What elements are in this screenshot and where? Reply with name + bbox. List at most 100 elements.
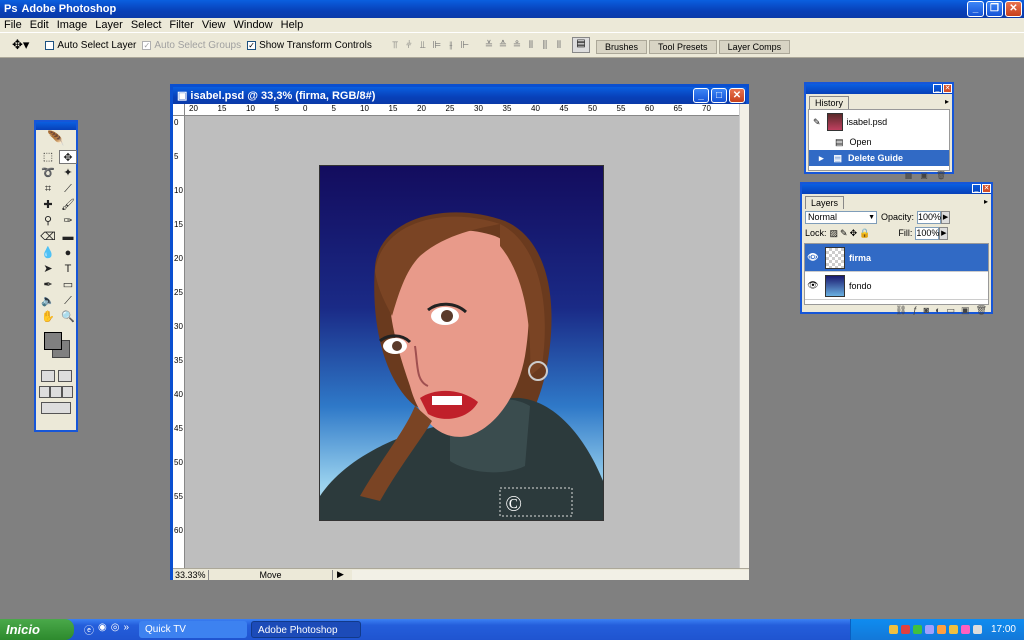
history-tab[interactable]: History — [809, 96, 850, 109]
eyedropper-tool-icon[interactable]: ⟋ — [59, 294, 77, 308]
distribute-top-icon[interactable]: ≚ — [482, 40, 496, 51]
layers-minimize-icon[interactable]: _ — [972, 184, 981, 193]
doc-close-button[interactable]: ✕ — [729, 88, 745, 103]
lasso-tool-icon[interactable]: ➰ — [39, 166, 57, 180]
layers-tab[interactable]: Layers — [805, 196, 845, 209]
start-button[interactable]: Inicio — [0, 619, 74, 640]
auto-select-layer-option[interactable]: Auto Select Layer — [45, 40, 136, 51]
delete-state-icon[interactable]: 🗑 — [936, 171, 946, 181]
menu-image[interactable]: Image — [53, 19, 92, 31]
history-item-delete-guide[interactable]: ▸ ▤ Delete Guide — [809, 150, 949, 166]
blur-tool-icon[interactable]: 💧 — [39, 246, 57, 260]
show-transform-controls-option[interactable]: ✓ Show Transform Controls — [247, 40, 372, 51]
path-selection-tool-icon[interactable]: ➤ — [39, 262, 57, 276]
menu-help[interactable]: Help — [277, 19, 308, 31]
layer-comps-tab[interactable]: Layer Comps — [718, 40, 791, 54]
dodge-tool-icon[interactable]: ● — [59, 246, 77, 260]
document-titlebar[interactable]: ▣ isabel.psd @ 33,3% (firma, RGB/8#) _ □… — [173, 87, 746, 104]
doc-maximize-button[interactable]: □ — [711, 88, 727, 103]
fill-input[interactable]: 100% — [915, 226, 939, 240]
distribute-left-icon[interactable]: ⦀ — [524, 40, 538, 51]
history-item-open[interactable]: ▤ Open — [809, 134, 949, 150]
history-palette-titlebar[interactable]: _ ✕ — [806, 84, 952, 94]
history-close-icon[interactable]: ✕ — [943, 84, 952, 93]
visibility-eye-icon[interactable]: 👁 — [805, 252, 821, 263]
clock[interactable]: 17:00 — [991, 624, 1016, 635]
tray-icon[interactable] — [924, 625, 934, 634]
shape-tool-icon[interactable]: ▭ — [59, 278, 77, 292]
notes-tool-icon[interactable]: 🔈 — [39, 294, 57, 308]
status-arrow-icon[interactable]: ▶ — [337, 569, 344, 580]
ie-icon[interactable]: ⓔ — [84, 622, 94, 637]
eraser-tool-icon[interactable]: ⌫ — [39, 230, 57, 244]
menu-filter[interactable]: Filter — [165, 19, 197, 31]
layer-row-fondo[interactable]: 👁 fondo — [805, 272, 988, 300]
canvas-area[interactable]: © — [185, 116, 739, 568]
visibility-eye-icon[interactable]: 👁 — [805, 280, 821, 291]
delete-layer-icon[interactable]: 🗑 — [976, 305, 987, 317]
magic-wand-tool-icon[interactable]: ✦ — [59, 166, 77, 180]
distribute-bottom-icon[interactable]: ≗ — [510, 40, 524, 51]
full-screen-icon[interactable] — [61, 386, 73, 398]
layers-close-icon[interactable]: ✕ — [982, 184, 991, 193]
menu-edit[interactable]: Edit — [26, 19, 53, 31]
restore-button[interactable]: ❐ — [986, 1, 1003, 17]
toolbox-grip[interactable] — [36, 122, 76, 130]
crop-tool-icon[interactable]: ⌗ — [39, 182, 57, 196]
slice-tool-icon[interactable]: ⟋ — [59, 182, 77, 196]
layer-mask-icon[interactable]: ◙ — [924, 305, 929, 317]
doc-minimize-button[interactable]: _ — [693, 88, 709, 103]
new-layer-icon[interactable]: ▣ — [961, 305, 970, 317]
opacity-input[interactable]: 100% — [917, 210, 941, 224]
type-tool-icon[interactable]: T — [59, 262, 77, 276]
zoom-level[interactable]: 33.33% — [173, 569, 209, 580]
new-document-from-state-icon[interactable]: ▦ — [905, 171, 913, 181]
align-hcenter-icon[interactable]: ⫲ — [444, 40, 458, 51]
menu-file[interactable]: File — [0, 19, 26, 31]
palette-well-icon[interactable]: ▤ — [572, 37, 590, 53]
lock-image-icon[interactable]: ✎ — [840, 228, 848, 239]
align-vcenter-icon[interactable]: ⫩ — [402, 40, 416, 51]
healing-brush-tool-icon[interactable]: ✚ — [39, 198, 57, 212]
layer-style-icon[interactable]: ƒ — [913, 305, 918, 317]
media-icon[interactable]: ◉ — [98, 622, 107, 637]
opacity-slider-icon[interactable]: ▶ — [941, 210, 951, 224]
brushes-tab[interactable]: Brushes — [596, 40, 648, 54]
marquee-tool-icon[interactable]: ⬚ — [39, 150, 57, 164]
tray-icon[interactable] — [900, 625, 910, 634]
imageready-icon[interactable] — [41, 402, 71, 414]
history-snapshot[interactable]: ✎ isabel.psd — [809, 110, 949, 134]
tray-icon[interactable] — [948, 625, 958, 634]
hand-tool-icon[interactable]: ✋ — [39, 310, 57, 324]
full-screen-menu-icon[interactable] — [50, 386, 62, 398]
layers-menu-icon[interactable]: ▸ — [984, 197, 988, 206]
move-tool-icon[interactable]: ✥▾ — [12, 37, 29, 53]
task-quick-tv[interactable]: Quick TV — [139, 621, 248, 638]
show-transform-controls-checkbox[interactable]: ✓ — [247, 40, 257, 50]
history-minimize-icon[interactable]: _ — [933, 84, 942, 93]
fill-slider-icon[interactable]: ▶ — [939, 226, 949, 240]
distribute-right-icon[interactable]: ⦀ — [552, 40, 566, 51]
auto-select-layer-checkbox[interactable] — [45, 40, 55, 50]
firefox-icon[interactable]: ◎ — [111, 622, 120, 637]
history-brush-tool-icon[interactable]: ✑ — [59, 214, 77, 228]
distribute-vcenter-icon[interactable]: ≙ — [496, 40, 510, 51]
menu-window[interactable]: Window — [230, 19, 277, 31]
lock-position-icon[interactable]: ✥ — [850, 228, 858, 239]
distribute-hcenter-icon[interactable]: ⫼ — [538, 40, 552, 51]
blend-mode-select[interactable]: Normal ▼ — [805, 210, 877, 224]
foreground-color-swatch[interactable] — [44, 332, 62, 350]
tray-icon[interactable] — [912, 625, 922, 634]
quick-mask-mode-icon[interactable] — [57, 370, 72, 382]
brush-tool-icon[interactable]: 🖌 — [59, 198, 77, 212]
close-button[interactable]: ✕ — [1005, 1, 1022, 17]
align-left-icon[interactable]: ⊫ — [430, 40, 444, 51]
align-top-icon[interactable]: ⫪ — [388, 40, 402, 51]
layer-row-firma[interactable]: 👁 firma — [805, 244, 988, 272]
lock-all-icon[interactable]: 🔒 — [859, 228, 870, 239]
standard-mode-icon[interactable] — [40, 370, 55, 382]
ruler-horizontal[interactable]: 20 15 10 5 0 5 10 15 20 25 30 35 40 45 50 55 60 65 70 — [185, 104, 739, 116]
tool-presets-tab[interactable]: Tool Presets — [649, 40, 717, 54]
tray-icon[interactable] — [888, 625, 898, 634]
caricature-artwork[interactable]: © — [319, 165, 604, 521]
